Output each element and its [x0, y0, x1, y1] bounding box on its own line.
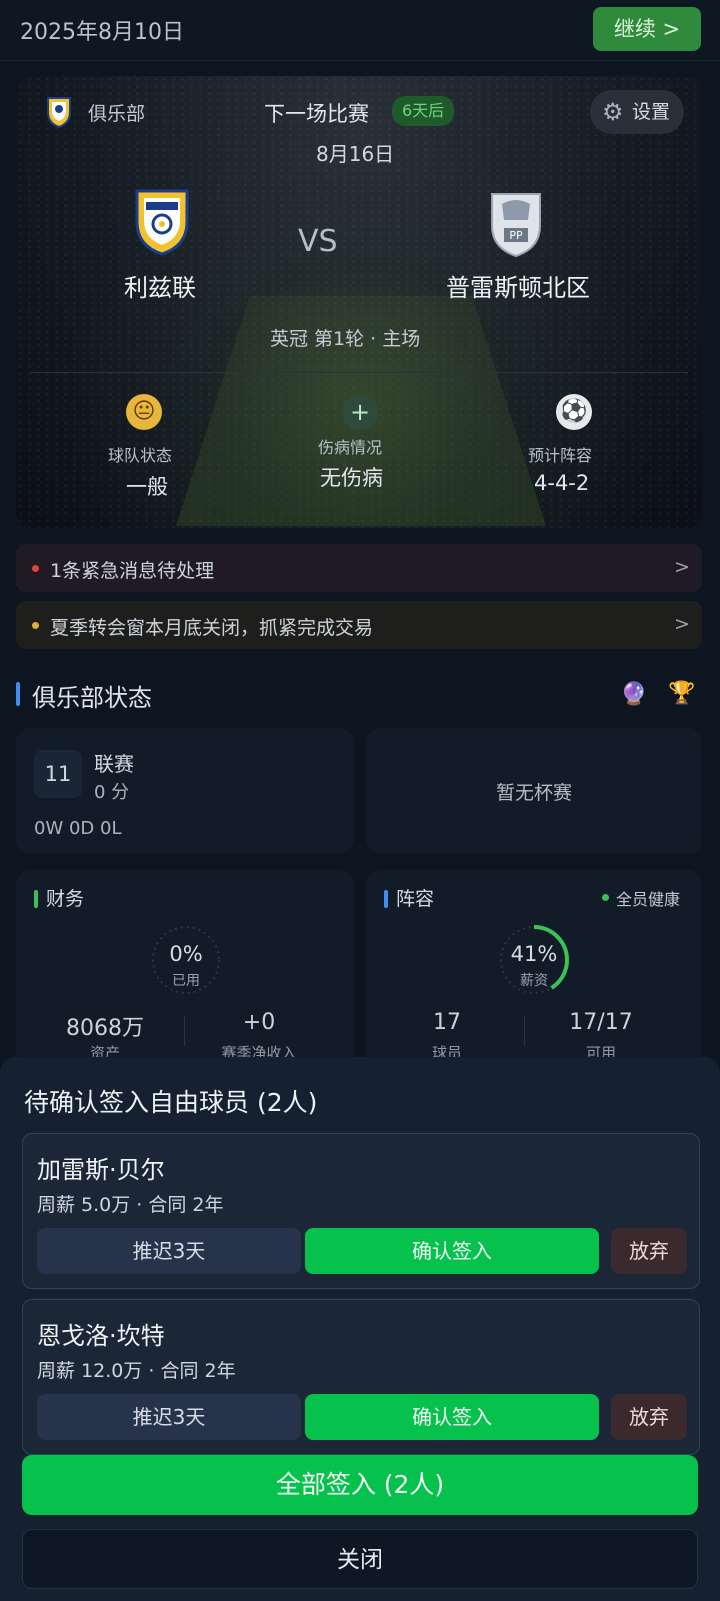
crystal-ball-icon[interactable]: 🔮 — [620, 682, 647, 708]
league-rank: 11 — [34, 750, 82, 798]
home-team-name[interactable]: 利兹联 — [124, 268, 196, 303]
sheet-title: 待确认签入自由球员 (2人) — [24, 1088, 318, 1117]
league-label: 联赛 — [94, 752, 134, 776]
injury-value: 无伤病 — [320, 466, 383, 490]
next-match-card: 俱乐部 下一场比赛 6天后 8月16日 ⚙ 设置 PP VS 利兹联 普雷斯顿北… — [16, 76, 702, 528]
competition-info: 英冠 第1轮 · 主场 — [270, 328, 421, 350]
club-label[interactable]: 俱乐部 — [88, 99, 145, 126]
close-button[interactable]: 关闭 — [22, 1529, 698, 1589]
finance-income: +0 — [242, 1010, 276, 1035]
injury-label: 伤病情况 — [318, 438, 383, 457]
delay-button[interactable]: 推迟3天 — [37, 1228, 301, 1274]
gear-icon: ⚙ — [602, 98, 624, 126]
finance-title: 财务 — [46, 888, 85, 910]
player-name: 加雷斯·贝尔 — [37, 1156, 165, 1184]
soccer-ball-icon: ⚽ — [556, 394, 592, 430]
cup-empty-text: 暂无杯赛 — [495, 782, 572, 804]
match-date: 8月16日 — [316, 142, 395, 166]
alert-text: 夏季转会窗本月底关闭，抓紧完成交易 — [50, 617, 374, 639]
cup-panel[interactable]: 暂无杯赛 — [366, 728, 702, 854]
league-points: 0 分 — [94, 782, 130, 803]
alert-dot — [32, 565, 39, 572]
settings-label: 设置 — [632, 101, 671, 123]
current-date: 2025年8月10日 — [20, 20, 184, 45]
club-crest-icon — [47, 97, 71, 129]
reject-button[interactable]: 放弃 — [611, 1394, 687, 1440]
confirm-signing-button[interactable]: 确认签入 — [305, 1228, 599, 1274]
chevron-right-icon: > — [674, 613, 690, 635]
free-agent-signing-sheet: 待确认签入自由球员 (2人) 加雷斯·贝尔 周薪 5.0万 · 合同 2年 推迟… — [0, 1057, 720, 1601]
club-status-title: 俱乐部状态 — [32, 684, 152, 712]
alert-text: 1条紧急消息待处理 — [50, 560, 215, 582]
league-panel[interactable]: 11 联赛 0 分 0W 0D 0L — [16, 728, 354, 854]
panel-accent — [384, 890, 388, 908]
free-agent-card: 恩戈洛·坎特 周薪 12.0万 · 合同 2年 推迟3天 确认签入 放弃 — [22, 1299, 700, 1455]
squad-wage-percent: 41% — [510, 942, 558, 966]
trophy-icon[interactable]: 🏆 — [668, 681, 695, 707]
free-agent-card: 加雷斯·贝尔 周薪 5.0万 · 合同 2年 推迟3天 确认签入 放弃 — [22, 1133, 700, 1289]
away-crest-text: PP — [509, 229, 523, 242]
squad-panel[interactable]: 阵容 全员健康 41% 薪资 17 球员 17/17 可用 — [366, 870, 702, 1070]
finance-used-percent: 0% — [169, 942, 203, 966]
finance-cash: 8068万 — [66, 1016, 144, 1041]
away-team-name[interactable]: 普雷斯顿北区 — [446, 268, 590, 303]
section-accent — [16, 682, 20, 706]
days-until-badge: 6天后 — [392, 96, 455, 126]
continue-button[interactable]: 继续 > — [593, 7, 701, 51]
delay-button[interactable]: 推迟3天 — [37, 1394, 301, 1440]
squad-title: 阵容 — [396, 888, 435, 910]
squad-player-count: 17 — [433, 1010, 461, 1035]
alert-urgent-messages[interactable]: 1条紧急消息待处理 > — [16, 544, 702, 592]
away-team-crest-icon: PP — [491, 193, 541, 258]
finance-panel[interactable]: 财务 0% 已用 8068万 资产 +0 赛季净收入 — [16, 870, 354, 1070]
divider — [524, 1016, 525, 1046]
top-bar: 2025年8月10日 继续 > — [0, 0, 720, 61]
player-name: 恩戈洛·坎特 — [37, 1322, 165, 1350]
alert-dot — [32, 622, 39, 629]
reject-button[interactable]: 放弃 — [611, 1228, 687, 1274]
team-form-label: 球队状态 — [108, 446, 173, 465]
settings-button[interactable]: ⚙ 设置 — [590, 90, 684, 134]
formation-value: 4-4-2 — [534, 471, 590, 495]
squad-wage-label: 薪资 — [520, 973, 548, 989]
health-dot — [602, 894, 609, 901]
divider — [30, 372, 688, 373]
finance-used-label: 已用 — [172, 973, 200, 989]
club-link[interactable] — [46, 96, 72, 129]
confirm-signing-button[interactable]: 确认签入 — [305, 1394, 599, 1440]
neutral-face-icon: 😐 — [126, 394, 162, 430]
plus-icon: + — [342, 394, 378, 430]
league-record: 0W 0D 0L — [34, 818, 122, 839]
next-match-title: 下一场比赛 — [264, 102, 369, 126]
squad-available-count: 17/17 — [569, 1010, 633, 1035]
chevron-right-icon: > — [674, 556, 690, 578]
squad-health-status: 全员健康 — [616, 890, 681, 909]
team-form-value: 一般 — [126, 475, 168, 499]
versus-label: VS — [298, 224, 338, 259]
sign-all-button[interactable]: 全部签入 (2人) — [22, 1455, 698, 1515]
panel-accent — [34, 890, 38, 908]
contract-terms: 周薪 5.0万 · 合同 2年 — [37, 1194, 224, 1216]
contract-terms: 周薪 12.0万 · 合同 2年 — [37, 1360, 236, 1382]
home-team-crest-icon — [135, 189, 189, 256]
alert-transfer-window[interactable]: 夏季转会窗本月底关闭，抓紧完成交易 > — [16, 601, 702, 649]
formation-label: 预计阵容 — [528, 446, 593, 465]
